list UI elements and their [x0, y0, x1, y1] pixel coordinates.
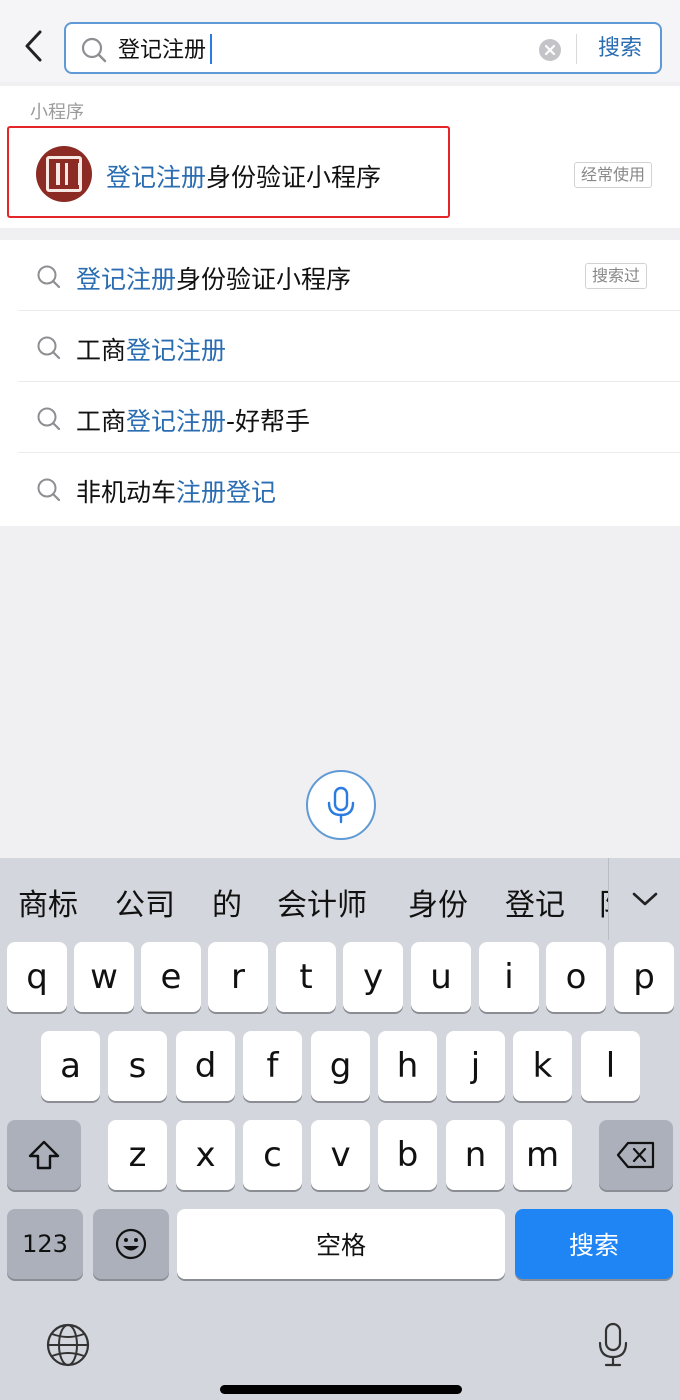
- key-k[interactable]: k: [513, 1031, 572, 1101]
- suggestion-list: 登记注册身份验证小程序 搜索过 工商登记注册 工商登记注册-好帮手 非机动车注册…: [0, 240, 680, 526]
- search-icon: [37, 336, 61, 360]
- key-t[interactable]: t: [276, 942, 336, 1012]
- search-input[interactable]: [118, 30, 528, 66]
- voice-search-button[interactable]: [306, 770, 376, 840]
- emoji-key[interactable]: [93, 1209, 169, 1279]
- clear-circle-icon: [539, 39, 561, 61]
- key-n[interactable]: n: [446, 1120, 505, 1190]
- key-w[interactable]: w: [74, 942, 134, 1012]
- candidate-item[interactable]: 的: [212, 880, 242, 924]
- suggestion-text: 工商登记注册-好帮手: [76, 407, 311, 436]
- candidate-item[interactable]: 公司: [115, 880, 175, 924]
- suggestion-text: 登记注册身份验证小程序: [76, 265, 352, 294]
- search-icon: [80, 36, 108, 64]
- key-v[interactable]: v: [311, 1120, 370, 1190]
- shift-arrow-icon: [28, 1140, 60, 1170]
- key-l[interactable]: l: [581, 1031, 640, 1101]
- key-j[interactable]: j: [446, 1031, 505, 1101]
- candidate-item[interactable]: 会计师: [277, 880, 367, 924]
- chevron-down-icon: [632, 892, 657, 906]
- section-label: 小程序: [30, 102, 84, 123]
- key-i[interactable]: i: [479, 942, 539, 1012]
- miniapp-name-rest: 身份验证小程序: [206, 163, 382, 192]
- microphone-icon: [598, 1322, 628, 1367]
- dictation-button[interactable]: [588, 1320, 638, 1370]
- keyboard-search-key[interactable]: 搜索: [515, 1209, 673, 1279]
- miniapp-logo: [36, 146, 92, 202]
- search-icon: [37, 478, 61, 502]
- candidate-item[interactable]: 登记: [505, 880, 565, 924]
- key-b[interactable]: b: [378, 1120, 437, 1190]
- key-r[interactable]: r: [208, 942, 268, 1012]
- key-e[interactable]: e: [141, 942, 201, 1012]
- frequent-badge: 经常使用: [574, 162, 653, 188]
- searched-badge: 搜索过: [585, 263, 648, 289]
- key-q[interactable]: q: [7, 942, 67, 1012]
- key-f[interactable]: f: [243, 1031, 302, 1101]
- collapse-candidates-button[interactable]: [608, 858, 680, 940]
- clear-button[interactable]: [538, 38, 562, 62]
- suggestion-text: 非机动车注册登记: [76, 478, 277, 507]
- key-g[interactable]: g: [311, 1031, 370, 1101]
- suggestion-item[interactable]: 非机动车注册登记: [0, 453, 680, 524]
- shift-key[interactable]: [7, 1120, 81, 1190]
- key-m[interactable]: m: [513, 1120, 572, 1190]
- suggestion-item[interactable]: 工商登记注册: [0, 311, 680, 382]
- key-x[interactable]: x: [176, 1120, 235, 1190]
- space-key[interactable]: 空格: [177, 1209, 505, 1279]
- keyboard: 商标 公司 的 会计师 身份 登记 阝 q w e r t y u i o p …: [0, 858, 680, 1400]
- suggestion-item[interactable]: 工商登记注册-好帮手: [0, 382, 680, 453]
- key-y[interactable]: y: [343, 942, 403, 1012]
- suggestion-text: 工商登记注册: [76, 336, 227, 365]
- key-a[interactable]: a: [41, 1031, 100, 1101]
- search-icon: [37, 407, 61, 431]
- backspace-icon: [616, 1141, 655, 1169]
- miniapp-result[interactable]: 登记注册身份验证小程序 经常使用: [0, 128, 680, 224]
- search-icon: [37, 265, 61, 289]
- candidate-item[interactable]: 商标: [18, 880, 78, 924]
- back-button[interactable]: [14, 24, 54, 68]
- home-indicator: [220, 1385, 462, 1394]
- search-divider: [576, 34, 577, 64]
- search-button[interactable]: 搜索: [586, 32, 654, 66]
- key-p[interactable]: p: [614, 942, 674, 1012]
- key-c[interactable]: c: [243, 1120, 302, 1190]
- miniapp-name: 登记注册身份验证小程序: [106, 158, 381, 194]
- key-u[interactable]: u: [411, 942, 471, 1012]
- candidate-bar: 商标 公司 的 会计师 身份 登记 阝: [0, 858, 680, 940]
- numbers-key[interactable]: 123: [7, 1209, 83, 1279]
- microphone-icon: [327, 786, 355, 824]
- delete-key[interactable]: [599, 1120, 673, 1190]
- key-z[interactable]: z: [108, 1120, 167, 1190]
- smiley-icon: [115, 1228, 147, 1260]
- key-d[interactable]: d: [176, 1031, 235, 1101]
- top-bar: 搜索: [0, 0, 680, 82]
- globe-icon: [46, 1323, 90, 1367]
- suggestion-item[interactable]: 登记注册身份验证小程序 搜索过: [0, 240, 680, 311]
- chevron-left-icon: [25, 30, 42, 62]
- miniapp-name-highlight: 登记注册: [106, 163, 207, 192]
- text-caret: [210, 34, 212, 64]
- key-o[interactable]: o: [546, 942, 606, 1012]
- key-h[interactable]: h: [378, 1031, 437, 1101]
- candidate-item[interactable]: 身份: [408, 880, 468, 924]
- miniapp-section: 小程序 登记注册身份验证小程序 经常使用: [0, 86, 680, 228]
- search-box[interactable]: 搜索: [64, 22, 662, 74]
- key-s[interactable]: s: [108, 1031, 167, 1101]
- globe-button[interactable]: [43, 1320, 93, 1370]
